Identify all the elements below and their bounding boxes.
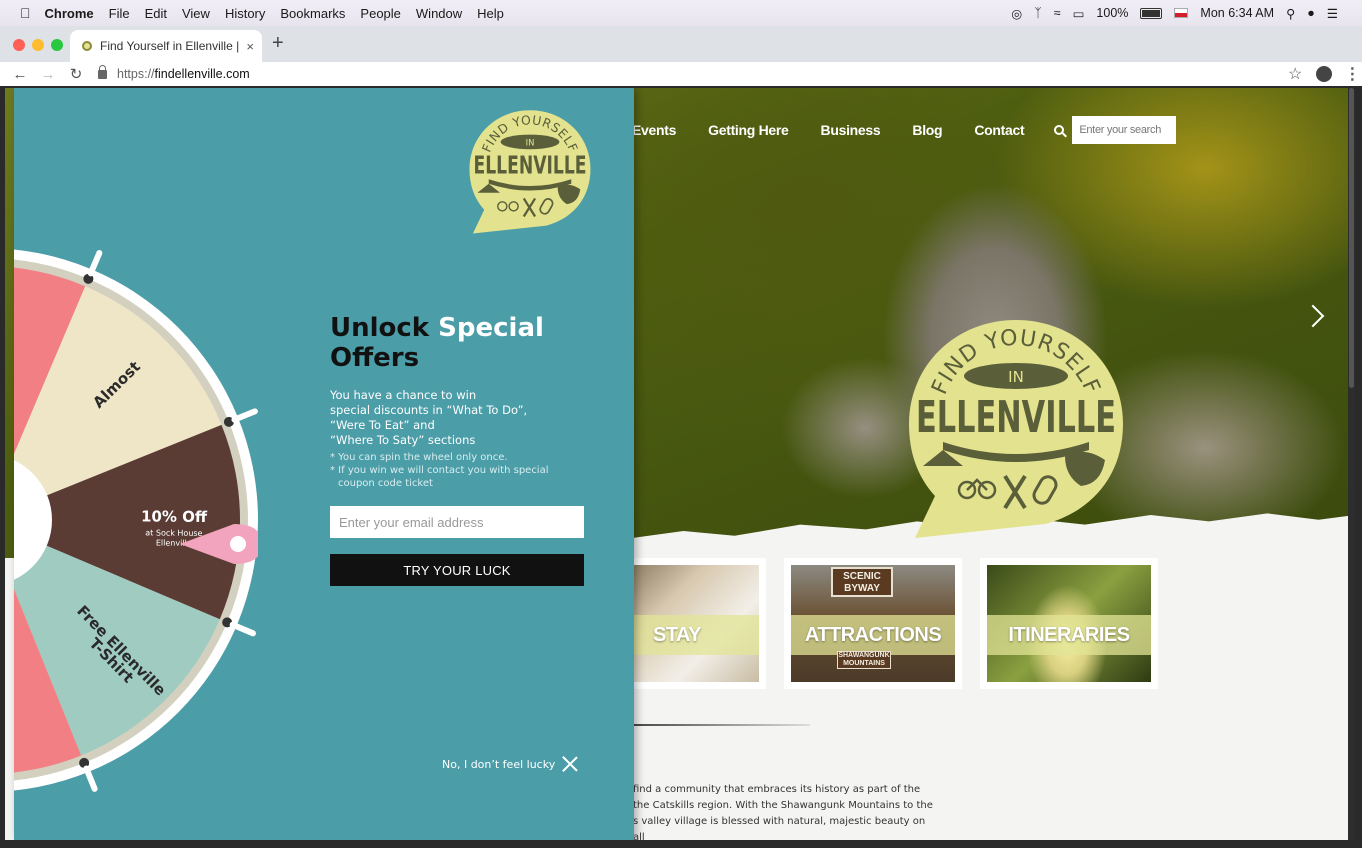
site-nav: Events Getting Here Business Blog Contac… <box>632 116 1177 144</box>
wheel-label-text: at Sock House <box>145 528 202 537</box>
hero-ellenville-logo: FIND YOURSELF IN ELLENVILLE <box>909 320 1123 538</box>
battery-percent[interactable]: 100% <box>1096 6 1128 20</box>
menu-window[interactable]: Window <box>416 6 462 21</box>
desc-line-1: You have a chance to win <box>330 388 477 402</box>
popup-ellenville-logo: FIND YOURSELF IN ELLENVILLE <box>469 110 591 234</box>
try-your-luck-button[interactable]: TRY YOUR LUCK <box>330 554 584 586</box>
nav-blog[interactable]: Blog <box>912 122 942 138</box>
headline-offers: Offers <box>330 343 420 373</box>
lock-icon[interactable] <box>98 64 107 79</box>
zoom-window-button[interactable] <box>51 39 63 51</box>
wifi-icon[interactable]: ≈ <box>1054 6 1061 20</box>
intro-text: find a community that embraces its histo… <box>633 782 933 840</box>
reload-icon[interactable]: ↻ <box>66 65 86 83</box>
menu-bookmarks[interactable]: Bookmarks <box>280 6 345 21</box>
prize-wheel[interactable]: 15% OffAny Mineral atLodes of NatureAlmo… <box>14 248 258 792</box>
spotlight-icon[interactable]: ⚲ <box>1286 6 1295 21</box>
address-bar[interactable]: https:// findellenville.com <box>98 63 1258 85</box>
bluetooth-icon[interactable]: ᛉ <box>1034 6 1042 20</box>
battery-icon[interactable] <box>1140 7 1163 19</box>
desc-line-3: “Were To Eat” and <box>330 418 435 432</box>
forward-arrow-icon[interactable]: → <box>38 66 58 83</box>
close-window-button[interactable] <box>13 39 25 51</box>
shawangunk-sign: SHAWANGUNK MOUNTAINS <box>837 651 891 669</box>
logo-name-text: ELLENVILLE <box>916 392 1116 443</box>
site-favicon-icon <box>82 41 92 51</box>
note-line-3: coupon code ticket <box>338 478 433 489</box>
intro-line-3: s valley village is blessed with natural… <box>633 816 926 840</box>
pointer-dot <box>230 536 246 552</box>
notification-center-icon[interactable]: ☰ <box>1327 6 1338 21</box>
wheel-peg-tick <box>83 765 98 792</box>
web-page: Events Getting Here Business Blog Contac… <box>5 88 1355 840</box>
email-input[interactable]: Enter your email address <box>330 506 584 538</box>
url-host: findellenville.com <box>154 67 250 81</box>
menu-help[interactable]: Help <box>477 6 504 21</box>
itineraries-image: ITINERARIES <box>987 565 1151 682</box>
url-scheme: https:// <box>117 67 155 81</box>
desc-line-4: “Where To Saty” sections <box>330 433 476 447</box>
note-line-1: * You can spin the wheel only once. <box>330 452 508 463</box>
section-divider <box>630 724 810 726</box>
profile-avatar-icon[interactable] <box>1316 66 1333 82</box>
bookmark-star-icon[interactable]: ☆ <box>1288 64 1302 84</box>
close-popup-icon[interactable] <box>562 756 578 772</box>
nav-getting-here[interactable]: Getting Here <box>708 122 789 138</box>
nav-business[interactable]: Business <box>821 122 881 138</box>
intro-line-1: find a community that embraces its histo… <box>633 784 921 795</box>
browser-tab-strip: Find Yourself in Ellenville | Trav × + <box>0 26 1362 62</box>
tile-itineraries[interactable]: ITINERARIES <box>980 558 1158 689</box>
scenic-byway-sign: SCENIC BYWAY <box>831 567 893 597</box>
back-arrow-icon[interactable]: ← <box>10 66 30 83</box>
headline-special: Special <box>438 313 544 343</box>
menu-people[interactable]: People <box>360 6 400 21</box>
menu-clock[interactable]: Mon 6:34 AM <box>1200 6 1274 20</box>
browser-toolbar: ← → ↻ https:// findellenville.com ☆ ⋮ <box>0 62 1362 86</box>
macos-menu-bar:  Chrome File Edit View History Bookmark… <box>0 0 1362 26</box>
airplay-icon[interactable]: ▭ <box>1073 6 1085 21</box>
popup-description: You have a chance to win special discoun… <box>330 388 570 448</box>
browser-tab-active[interactable]: Find Yourself in Ellenville | Trav × <box>70 30 262 62</box>
nav-events[interactable]: Events <box>632 122 676 138</box>
tab-close-icon[interactable]: × <box>246 39 254 54</box>
chrome-menu-icon[interactable]: ⋮ <box>1344 64 1360 84</box>
wheel-label-text: 10% Off <box>141 507 208 526</box>
wheel-peg-tick <box>229 621 256 637</box>
popup-notes: * You can spin the wheel only once. * If… <box>330 451 570 490</box>
input-source-flag-icon[interactable] <box>1174 8 1189 18</box>
decline-link[interactable]: No, I don’t feel lucky <box>442 758 555 771</box>
menu-view[interactable]: View <box>182 6 210 21</box>
tab-title: Find Yourself in Ellenville | Trav <box>100 39 240 53</box>
new-tab-button[interactable]: + <box>272 32 284 55</box>
menu-app-name[interactable]: Chrome <box>45 6 94 21</box>
headline-unlock: Unlock <box>330 313 439 343</box>
window-bottom-edge <box>0 840 1362 848</box>
menu-history[interactable]: History <box>225 6 265 21</box>
tile-attractions[interactable]: SCENIC BYWAY ATTRACTIONS SHAWANGUNK MOUN… <box>784 558 962 689</box>
wheel-peg-tick <box>231 408 258 423</box>
logo-in-text: IN <box>1008 368 1024 386</box>
creative-cloud-icon[interactable]: ◎ <box>1011 6 1022 21</box>
page-scrollbar[interactable] <box>1348 88 1355 840</box>
popup-headline: Unlock Special Offers <box>330 313 590 373</box>
note-line-2: * If you win we will contact you with sp… <box>330 465 549 476</box>
tile-attractions-label: ATTRACTIONS <box>791 615 955 655</box>
popup-logo-in-text: IN <box>526 137 535 147</box>
apple-icon[interactable]:  <box>20 5 31 21</box>
menu-edit[interactable]: Edit <box>145 6 167 21</box>
minimize-window-button[interactable] <box>32 39 44 51</box>
site-search-input[interactable]: Enter your search <box>1072 116 1177 144</box>
spin-wheel-popup: FIND YOURSELF IN ELLENVILLE 15% OffAny M… <box>14 88 634 840</box>
nav-contact[interactable]: Contact <box>974 122 1024 138</box>
scrollbar-thumb[interactable] <box>1349 88 1354 388</box>
search-icon[interactable] <box>1054 125 1065 135</box>
attractions-image: SCENIC BYWAY ATTRACTIONS SHAWANGUNK MOUN… <box>791 565 955 682</box>
wheel-peg-tick <box>87 250 103 277</box>
desc-line-2: special discounts in “What To Do”, <box>330 403 528 417</box>
tile-itineraries-label: ITINERARIES <box>987 615 1151 655</box>
popup-logo-name-text: ELLENVILLE <box>473 151 586 180</box>
intro-line-2: the Catskills region. With the Shawangun… <box>633 800 933 811</box>
siri-icon[interactable]: ● <box>1307 6 1315 20</box>
menu-file[interactable]: File <box>109 6 130 21</box>
